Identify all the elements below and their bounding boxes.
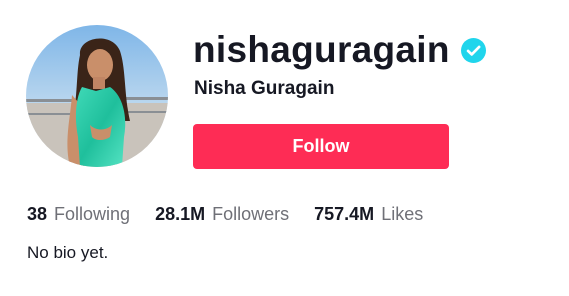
followers-label: Followers	[212, 204, 290, 224]
stat-likes: 757.4M Likes	[314, 201, 423, 227]
profile-nickname: Nisha Guragain	[194, 78, 335, 99]
avatar-image	[26, 25, 168, 167]
following-label: Following	[54, 204, 131, 224]
likes-count: 757.4M	[314, 204, 375, 224]
avatar[interactable]	[26, 25, 168, 167]
following-count: 38	[27, 204, 48, 224]
profile-username: nishaguragain	[193, 29, 450, 70]
stat-followers[interactable]: 28.1M Followers	[155, 201, 289, 227]
profile-bio: No bio yet.	[27, 243, 109, 262]
username-row: nishaguragain	[193, 26, 486, 74]
followers-count: 28.1M	[155, 204, 206, 224]
profile-stats: 38 Following 28.1M Followers 757.4M Like…	[27, 201, 448, 227]
verified-badge-icon	[460, 37, 486, 63]
likes-label: Likes	[381, 204, 424, 224]
stat-following[interactable]: 38 Following	[27, 201, 130, 227]
follow-button[interactable]: Follow	[193, 124, 449, 169]
